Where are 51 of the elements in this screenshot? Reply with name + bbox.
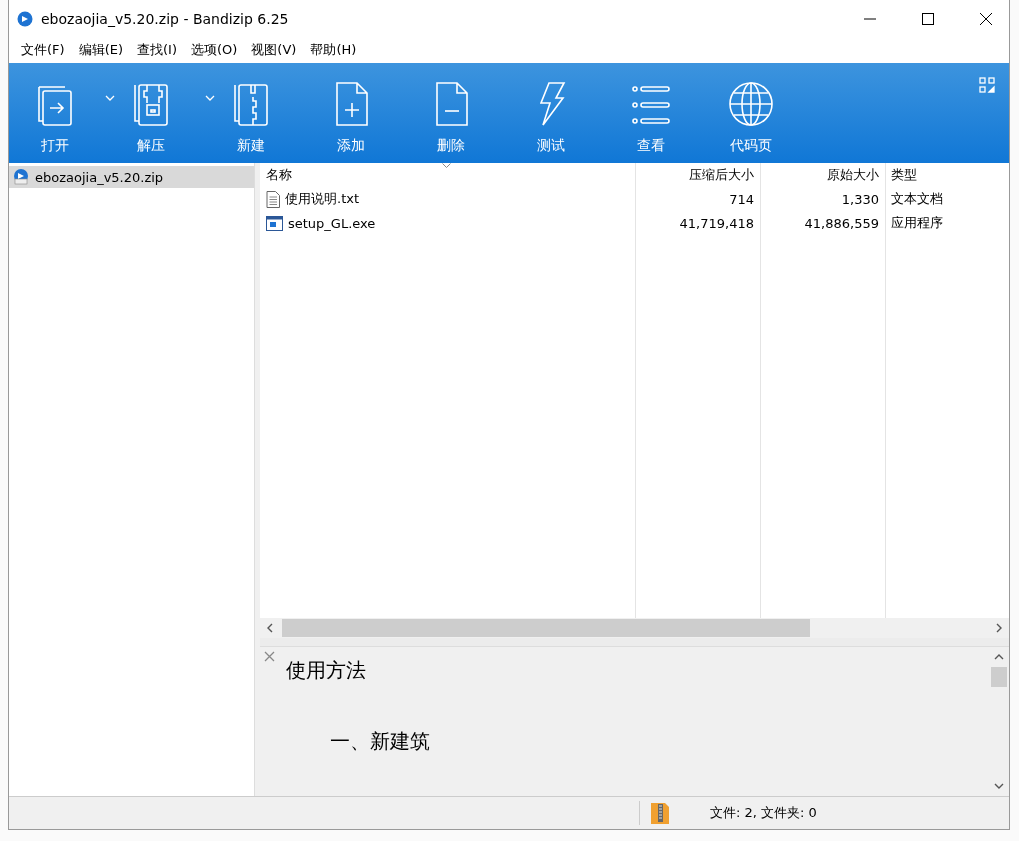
application-icon xyxy=(266,215,283,231)
text-file-icon xyxy=(266,190,280,208)
toolbar-button[interactable]: 删除 xyxy=(401,63,501,163)
scroll-up-icon[interactable] xyxy=(994,653,1004,661)
menu-item[interactable]: 查找(I) xyxy=(131,39,183,61)
preview-subheading: 一、新建筑 xyxy=(330,728,431,755)
column-header[interactable]: 类型 xyxy=(885,163,1009,187)
scroll-left-icon[interactable] xyxy=(266,623,274,633)
app-icon xyxy=(17,10,33,27)
column-header[interactable]: 名称 xyxy=(260,163,635,187)
status-text: 文件: 2, 文件夹: 0 xyxy=(710,804,817,822)
menu-item[interactable]: 视图(V) xyxy=(245,39,303,61)
table-cell-text: 41,719,418 xyxy=(678,214,755,233)
menu-item[interactable]: 帮助(H) xyxy=(304,39,363,61)
zipper-icon xyxy=(131,81,171,127)
file-name[interactable]: setup_GL.exe xyxy=(288,215,376,231)
table-cell-text: 文本文档 xyxy=(890,190,944,208)
caret-icon[interactable] xyxy=(105,95,115,101)
menu-item[interactable]: 选项(O) xyxy=(184,39,244,61)
column-header[interactable]: 压缩后大小 xyxy=(635,163,760,187)
toolbar-button[interactable]: 查看 xyxy=(601,63,701,163)
toolbar-button[interactable]: 解压 xyxy=(101,63,201,163)
table-cell-text: 1,330 xyxy=(840,190,880,209)
window-title: ebozaojia_v5.20.zip - Bandizip 6.25 xyxy=(41,10,290,27)
toolbar-button[interactable]: 测试 xyxy=(501,63,601,163)
toolbar-button[interactable]: 添加 xyxy=(301,63,401,163)
toolbar-button[interactable]: 打开 xyxy=(9,63,101,163)
maximize-icon[interactable] xyxy=(922,12,934,25)
close-icon[interactable] xyxy=(980,12,992,25)
globe-icon xyxy=(728,81,774,127)
scrollbar-thumb[interactable] xyxy=(282,619,810,637)
archive-icon xyxy=(650,801,670,825)
zip-folder-icon xyxy=(231,81,271,127)
scroll-right-icon[interactable] xyxy=(995,623,1003,633)
tree-item[interactable]: ebozaojia_v5.20.zip xyxy=(9,166,254,188)
table-cell-text: 714 xyxy=(728,190,755,209)
zip-archive-icon xyxy=(13,169,29,185)
preview-heading: 使用方法 xyxy=(286,657,367,684)
column-header[interactable]: 原始大小 xyxy=(760,163,885,187)
menu-item[interactable]: 文件(F) xyxy=(15,39,71,61)
file-name[interactable]: 使用说明.txt xyxy=(285,190,360,208)
toolbar-button[interactable]: 新建 xyxy=(201,63,301,163)
toolbar-button[interactable]: 代码页 xyxy=(701,63,801,163)
layout-icon[interactable] xyxy=(979,77,995,93)
scrollbar-thumb[interactable] xyxy=(991,667,1007,687)
caret-icon[interactable] xyxy=(205,95,215,101)
table-cell-text: 41,886,559 xyxy=(803,214,880,233)
table-cell-text: 应用程序 xyxy=(890,214,944,232)
scroll-down-icon[interactable] xyxy=(994,782,1004,790)
horizontal-scrollbar[interactable] xyxy=(260,618,1009,638)
menu-item[interactable]: 编辑(E) xyxy=(72,39,129,61)
